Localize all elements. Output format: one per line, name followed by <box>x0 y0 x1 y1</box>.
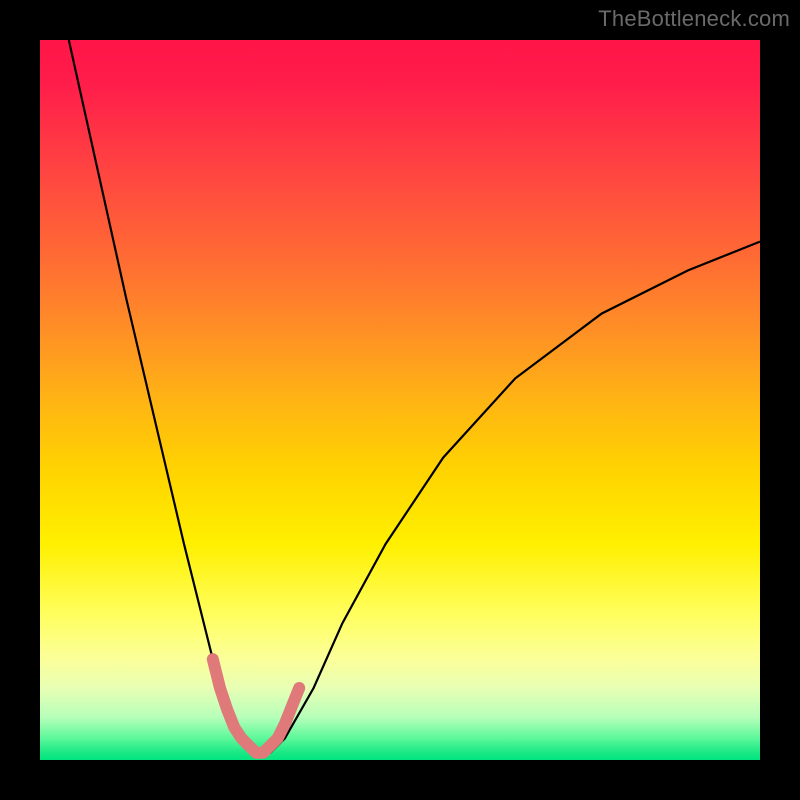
bottleneck-curve <box>69 40 760 753</box>
plot-area <box>40 40 760 760</box>
optimum-marker <box>213 659 299 753</box>
chart-frame: TheBottleneck.com <box>0 0 800 800</box>
curve-layer <box>40 40 760 760</box>
watermark-text: TheBottleneck.com <box>598 6 790 32</box>
